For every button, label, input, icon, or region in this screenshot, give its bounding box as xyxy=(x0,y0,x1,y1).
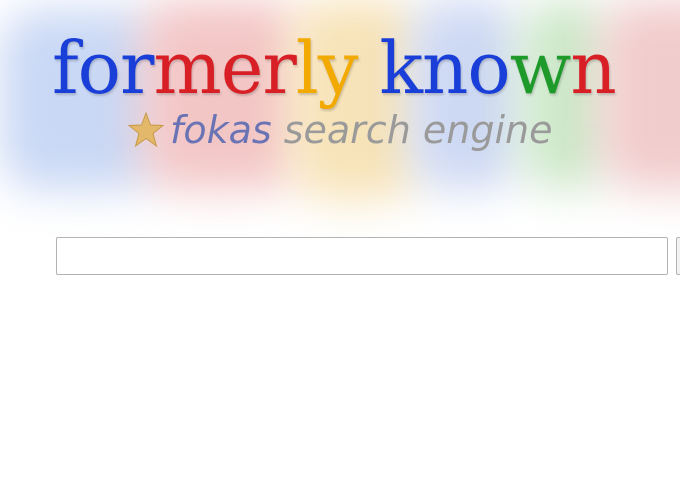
logo-sub-brand: fokas xyxy=(170,108,272,152)
search-button[interactable] xyxy=(676,237,680,275)
logo-letter: n xyxy=(570,26,616,110)
logo-sub-rest: search engine xyxy=(283,108,553,152)
logo-letter: y xyxy=(317,26,359,110)
logo-letter: f xyxy=(52,26,79,110)
page: formerly known fokas search engine xyxy=(0,0,680,500)
logo-letter: r xyxy=(262,26,296,110)
star-icon xyxy=(127,111,165,148)
logo-letter: l xyxy=(295,26,319,110)
logo-subtitle: fokas search engine xyxy=(127,108,553,152)
logo-letter: o xyxy=(77,26,121,110)
logo-letter: w xyxy=(509,26,572,110)
logo-letter: o xyxy=(467,26,510,110)
logo-main-text: formerly known xyxy=(52,20,617,116)
logo-letter: m xyxy=(153,26,221,110)
logo-letter: e xyxy=(220,26,264,110)
search-input[interactable] xyxy=(56,237,668,275)
logo-letter: r xyxy=(120,26,154,110)
logo-letter: k xyxy=(379,26,423,110)
logo-letter: n xyxy=(422,26,468,110)
logo-letter xyxy=(357,20,379,116)
